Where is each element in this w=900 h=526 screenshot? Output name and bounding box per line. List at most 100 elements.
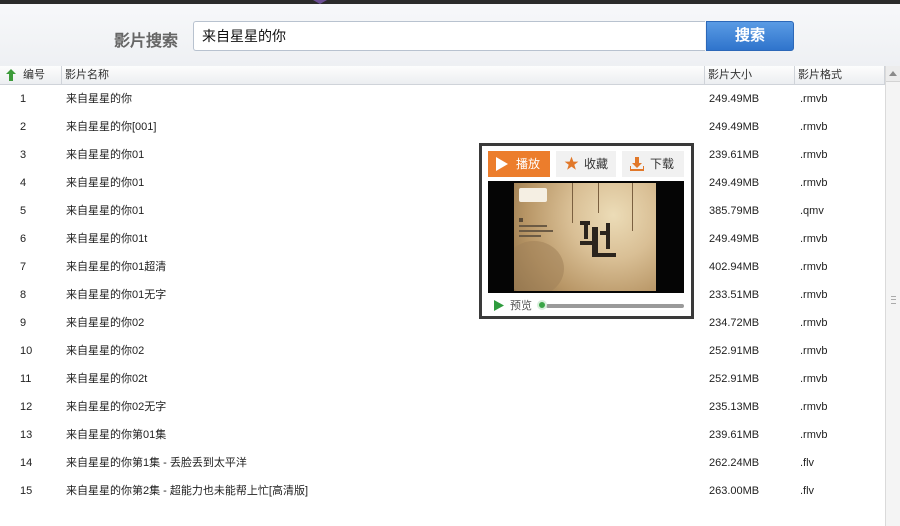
row-size: 262.24MB <box>709 457 760 469</box>
row-name: 来自星星的你01 <box>66 149 145 161</box>
play-button[interactable]: 播放 <box>488 151 550 177</box>
row-size: 249.49MB <box>709 121 760 133</box>
row-size: 263.00MB <box>709 485 760 497</box>
row-number: 1 <box>20 93 27 105</box>
table-row[interactable]: 15 来自星星的你第2集 - 超能力也未能帮上忙[高清版] 263.00MB .flv <box>0 477 885 505</box>
search-input[interactable] <box>193 21 705 51</box>
row-format: .rmvb <box>800 317 828 329</box>
table-row[interactable]: 2 来自星星的你[001] 249.49MB .rmvb <box>0 113 885 141</box>
seek-knob[interactable] <box>537 300 548 310</box>
row-number: 6 <box>20 233 27 245</box>
row-format: .flv <box>800 457 815 469</box>
scroll-grip[interactable] <box>891 296 896 304</box>
row-format: .rmvb <box>800 93 828 105</box>
row-number: 14 <box>20 457 33 469</box>
table-row[interactable]: 3 来自星星的你01 239.61MB .rmvb <box>0 141 885 169</box>
row-size: 239.61MB <box>709 149 760 161</box>
table-row[interactable]: 12 来自星星的你02无字 235.13MB .rmvb <box>0 393 885 421</box>
table-row[interactable]: 1 来自星星的你 249.49MB .rmvb <box>0 85 885 113</box>
row-name: 来自星星的你第2集 - 超能力也未能帮上忙[高清版] <box>66 485 309 497</box>
table-row[interactable]: 4 来自星星的你01 249.49MB .rmvb <box>0 169 885 197</box>
vertical-scrollbar[interactable] <box>885 66 900 526</box>
row-format: .rmvb <box>800 149 828 161</box>
row-name: 来自星星的你第1集 - 丢脸丢到太平洋 <box>66 457 247 469</box>
row-format: .rmvb <box>800 429 828 441</box>
row-name: 来自星星的你02 <box>66 317 145 329</box>
column-header-size[interactable]: 影片大小 <box>705 66 795 84</box>
row-number: 7 <box>20 261 27 273</box>
row-name: 来自星星的你01 <box>66 205 145 217</box>
play-icon <box>496 157 508 171</box>
row-format: .rmvb <box>800 121 828 133</box>
star-icon <box>564 156 579 170</box>
row-size: 235.13MB <box>709 401 760 413</box>
row-number: 8 <box>20 289 27 301</box>
frame-hanging-line <box>598 183 599 213</box>
video-preview[interactable] <box>488 181 684 293</box>
frame-title-glyph <box>580 221 616 257</box>
seek-track[interactable] <box>546 304 684 308</box>
row-size: 234.72MB <box>709 317 760 329</box>
favorite-button[interactable]: 收藏 <box>556 151 616 177</box>
search-button[interactable]: 搜索 <box>706 21 794 51</box>
row-name: 来自星星的你01 <box>66 177 145 189</box>
row-size: 239.61MB <box>709 429 760 441</box>
frame-blur-shape <box>514 241 564 291</box>
row-name: 来自星星的你02t <box>66 373 148 385</box>
row-number: 15 <box>20 485 33 497</box>
row-format: .flv <box>800 485 815 497</box>
play-button-label: 播放 <box>516 157 541 171</box>
table-row[interactable]: 6 来自星星的你01t 249.49MB .rmvb <box>0 225 885 253</box>
scroll-up-icon <box>889 71 897 76</box>
column-header-name[interactable]: 影片名称 <box>62 66 705 84</box>
download-button[interactable]: 下载 <box>622 151 684 177</box>
row-size: 249.49MB <box>709 177 760 189</box>
search-area: 影片搜索 搜索 <box>0 4 900 67</box>
table-row[interactable]: 14 来自星星的你第1集 - 丢脸丢到太平洋 262.24MB .flv <box>0 449 885 477</box>
row-format: .rmvb <box>800 261 828 273</box>
frame-hanging-line <box>632 183 633 231</box>
row-size: 252.91MB <box>709 373 760 385</box>
row-size: 249.49MB <box>709 233 760 245</box>
row-size: 385.79MB <box>709 205 760 217</box>
sort-up-arrow-icon <box>6 69 16 82</box>
row-number: 11 <box>20 373 32 385</box>
table-row[interactable]: 10 来自星星的你02 252.91MB .rmvb <box>0 337 885 365</box>
row-number: 2 <box>20 121 27 133</box>
row-number: 12 <box>20 401 33 413</box>
video-frame-image <box>514 183 656 291</box>
row-format: .rmvb <box>800 345 828 357</box>
preview-seek-bar[interactable]: 预览 <box>488 298 684 314</box>
table-row[interactable]: 11 来自星星的你02t 252.91MB .rmvb <box>0 365 885 393</box>
preview-popup: 播放 收藏 下载 预览 <box>479 143 694 319</box>
column-header-format[interactable]: 影片格式 <box>795 66 885 84</box>
row-format: .rmvb <box>800 289 828 301</box>
channel-logo <box>519 188 547 202</box>
row-size: 402.94MB <box>709 261 760 273</box>
table-header: 编号 影片名称 影片大小 影片格式 <box>0 66 885 85</box>
frame-hanging-line <box>572 183 573 223</box>
column-header-number-label: 编号 <box>23 69 45 81</box>
results-list: 1 来自星星的你 249.49MB .rmvb 2 来自星星的你[001] 249.49M… <box>0 85 885 505</box>
row-name: 来自星星的你第01集 <box>66 429 167 441</box>
row-name: 来自星星的你01无字 <box>66 289 167 301</box>
row-number: 10 <box>20 345 33 357</box>
row-name: 来自星星的你 <box>66 93 132 105</box>
row-size: 249.49MB <box>709 93 760 105</box>
row-name: 来自星星的你02 <box>66 345 145 357</box>
table-row[interactable]: 8 来自星星的你01无字 233.51MB .rmvb <box>0 281 885 309</box>
column-header-number[interactable]: 编号 <box>0 66 62 84</box>
scroll-up-button[interactable] <box>886 66 900 82</box>
table-row[interactable]: 9 来自星星的你02 234.72MB .rmvb <box>0 309 885 337</box>
row-format: .qmv <box>800 205 824 217</box>
row-format: .rmvb <box>800 233 828 245</box>
table-row[interactable]: 7 来自星星的你01超清 402.94MB .rmvb <box>0 253 885 281</box>
row-format: .rmvb <box>800 373 828 385</box>
preview-play-icon[interactable] <box>494 300 504 311</box>
table-row[interactable]: 5 来自星星的你01 385.79MB .qmv <box>0 197 885 225</box>
table-row[interactable]: 13 来自星星的你第01集 239.61MB .rmvb <box>0 421 885 449</box>
row-number: 5 <box>20 205 27 217</box>
row-format: .rmvb <box>800 401 828 413</box>
row-size: 252.91MB <box>709 345 760 357</box>
row-name: 来自星星的你01超清 <box>66 261 167 273</box>
